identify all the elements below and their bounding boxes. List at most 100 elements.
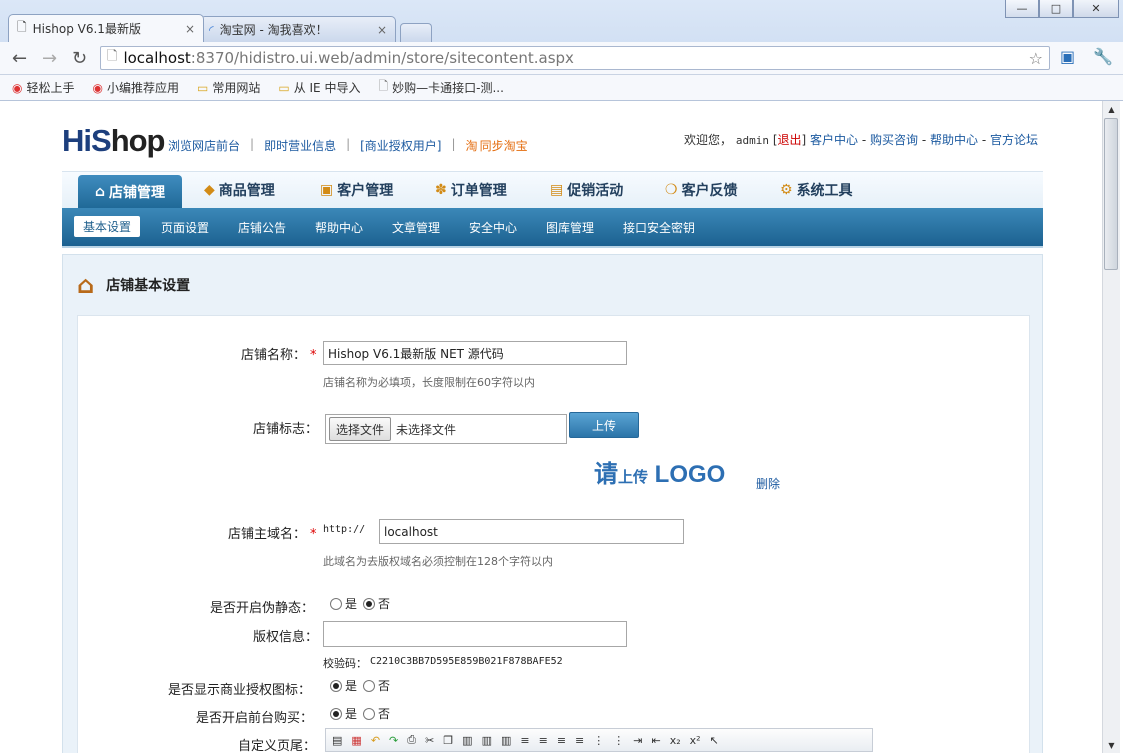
paste-text-icon[interactable]: ▥ (482, 734, 492, 747)
subnav-gallery[interactable]: 图库管理 (546, 219, 594, 236)
forward-icon[interactable]: → (42, 48, 57, 69)
subnav-store-notice[interactable]: 店铺公告 (238, 219, 286, 236)
hishop-logo[interactable]: HiShop (62, 123, 165, 159)
superscript-icon[interactable]: x² (690, 734, 701, 747)
logo-placeholder: 请上传 LOGO (594, 461, 726, 488)
logout-link[interactable]: 退出 (778, 133, 802, 147)
rich-editor-toolbar: ▤ ▦ ↶ ↷ ⎙ ✂ ❐ ▥ ▥ ▥ ≡ ≡ ≡ ≡ ⋮ ⋮ ⇥ ⇤ x₂ x… (325, 728, 873, 752)
forum-link[interactable]: 官方论坛 (990, 133, 1038, 147)
source-icon[interactable]: ▤ (332, 734, 342, 747)
license-radio-no[interactable]: 否 (363, 677, 390, 694)
rewrite-radio-no[interactable]: 否 (363, 595, 390, 612)
license-icon-label: 是否显示商业授权图标： (168, 683, 312, 698)
business-info-link[interactable]: 即时营业信息 (264, 137, 336, 154)
tab-strip: 🗋 Hishop V6.1最新版 × ◜ 淘宝网 - 淘我喜欢！ × (8, 14, 432, 42)
close-icon[interactable]: × (377, 23, 387, 37)
copyright-input[interactable] (323, 621, 627, 647)
address-bar[interactable]: 🗋 localhost:8370/hidistro.ui.web/admin/s… (100, 46, 1050, 70)
nav-customer-management[interactable]: ▣ 客户管理 (320, 180, 393, 200)
panel-header: ⌂ 店铺基本设置 (77, 271, 190, 299)
bookmark-label: 小编推荐应用 (106, 81, 179, 95)
bookmark-item[interactable]: ◉ 轻松上手 (12, 79, 75, 96)
align-center-icon[interactable]: ≡ (539, 734, 548, 747)
unordered-list-icon[interactable]: ⋮ (613, 734, 624, 747)
vertical-scrollbar[interactable]: ▲ ▼ (1102, 101, 1120, 753)
outdent-icon[interactable]: ⇤ (651, 734, 660, 747)
help-center-link[interactable]: 帮助中心 (930, 133, 978, 147)
bookmarks-bar: ◉ 轻松上手 ◉ 小编推荐应用 ▭ 常用网站 ▭ 从 IE 中导入 🗋 妙购—卡通接口-测… (0, 75, 1123, 101)
indent-icon[interactable]: ⇥ (633, 734, 642, 747)
nav-product-management[interactable]: ◆ 商品管理 (204, 180, 275, 200)
nav-system-tools[interactable]: ⚙ 系统工具 (780, 180, 853, 200)
delete-logo-link[interactable]: 删除 (756, 475, 780, 492)
bookmark-item[interactable]: ◉ 小编推荐应用 (93, 79, 180, 96)
justify-icon[interactable]: ≡ (575, 734, 584, 747)
maximize-button[interactable]: □ (1039, 0, 1073, 18)
back-icon[interactable]: ← (12, 48, 27, 69)
align-right-icon[interactable]: ≡ (557, 734, 566, 747)
domain-input[interactable]: localhost (379, 519, 684, 544)
nav-order-management[interactable]: ✽ 订单管理 (435, 180, 507, 200)
choose-file-button[interactable]: 选择文件 (329, 417, 392, 441)
storefront-link[interactable]: 浏览网店前台 (168, 137, 240, 154)
upload-button[interactable]: 上传 (569, 412, 639, 438)
license-link[interactable]: [商业授权用户] (360, 137, 441, 154)
url-path: :8370/hidistro.ui.web/admin/store/siteco… (190, 49, 574, 67)
ordered-list-icon[interactable]: ⋮ (593, 734, 604, 747)
checksum-value: C2210C3BB7D595E859B021F878BAFE52 (370, 656, 563, 667)
undo-icon[interactable]: ↶ (371, 734, 380, 747)
nav-promotion[interactable]: ▤ 促销活动 (550, 180, 623, 200)
subscript-icon[interactable]: x₂ (670, 734, 681, 747)
subnav-basic-settings[interactable]: 基本设置 (74, 216, 141, 237)
nav-feedback[interactable]: ❍ 客户反馈 (665, 180, 738, 200)
domain-prefix: http:// (323, 524, 366, 535)
copy-icon[interactable]: ❐ (443, 734, 453, 747)
paste-word-icon[interactable]: ▥ (501, 734, 511, 747)
print-icon[interactable]: ⎙ (407, 733, 416, 747)
scroll-up-icon[interactable]: ▲ (1103, 101, 1120, 117)
subnav-api-keys[interactable]: 接口安全密钥 (623, 219, 695, 236)
wrench-icon[interactable]: 🔧 (1093, 47, 1113, 66)
store-name-label: 店铺名称： * (241, 348, 317, 363)
license-radio-yes[interactable]: 是 (330, 677, 357, 694)
home-icon: ⌂ (94, 184, 106, 200)
paste-icon[interactable]: ▥ (462, 734, 472, 747)
tab-hishop[interactable]: 🗋 Hishop V6.1最新版 × (8, 14, 204, 42)
preview-icon[interactable]: ▦ (351, 734, 361, 747)
store-name-input[interactable]: Hishop V6.1最新版 NET 源代码 (323, 341, 627, 365)
box-icon: ◆ (204, 182, 215, 198)
close-window-button[interactable]: ✕ (1073, 0, 1119, 18)
reload-icon[interactable]: ↻ (72, 48, 87, 69)
scroll-thumb[interactable] (1104, 118, 1118, 270)
nav-store-management[interactable]: ⌂ 店铺管理 (78, 175, 182, 209)
select-icon[interactable]: ↖ (710, 734, 719, 747)
logo-file-input[interactable]: 选择文件 未选择文件 (325, 414, 567, 444)
bookmark-item[interactable]: ▭ 常用网站 (197, 79, 260, 96)
customer-center-link[interactable]: 客户中心 (810, 133, 858, 147)
gear-icon: ⚙ (780, 182, 793, 198)
redo-icon[interactable]: ↷ (389, 734, 398, 747)
minimize-button[interactable]: — (1005, 0, 1039, 18)
bookmark-label: 从 IE 中导入 (293, 81, 361, 95)
subnav-security[interactable]: 安全中心 (469, 219, 517, 236)
tab-taobao[interactable]: ◜ 淘宝网 - 淘我喜欢！ × (200, 16, 396, 42)
bookmark-item[interactable]: 🗋 妙购—卡通接口-测... (378, 77, 503, 98)
subnav-page-settings[interactable]: 页面设置 (161, 219, 209, 236)
bookmark-item[interactable]: ▭ 从 IE 中导入 (278, 79, 360, 96)
footer-label: 自定义页尾： (238, 739, 317, 753)
sync-taobao-link[interactable]: 同步淘宝 (480, 137, 528, 154)
purchase-consult-link[interactable]: 购买咨询 (870, 133, 918, 147)
align-left-icon[interactable]: ≡ (520, 734, 529, 747)
buy-radio-no[interactable]: 否 (363, 705, 390, 722)
new-tab-button[interactable] (400, 23, 432, 42)
extension-icon[interactable]: ▣ (1060, 47, 1075, 66)
buy-radio-yes[interactable]: 是 (330, 705, 357, 722)
subnav-help-center[interactable]: 帮助中心 (315, 219, 363, 236)
subnav-articles[interactable]: 文章管理 (392, 219, 440, 236)
cut-icon[interactable]: ✂ (425, 734, 434, 747)
radio-on-icon (330, 707, 342, 720)
close-icon[interactable]: × (185, 22, 195, 36)
scroll-down-icon[interactable]: ▼ (1103, 737, 1120, 753)
rewrite-radio-yes[interactable]: 是 (330, 595, 357, 612)
star-icon[interactable]: ☆ (1029, 49, 1043, 68)
